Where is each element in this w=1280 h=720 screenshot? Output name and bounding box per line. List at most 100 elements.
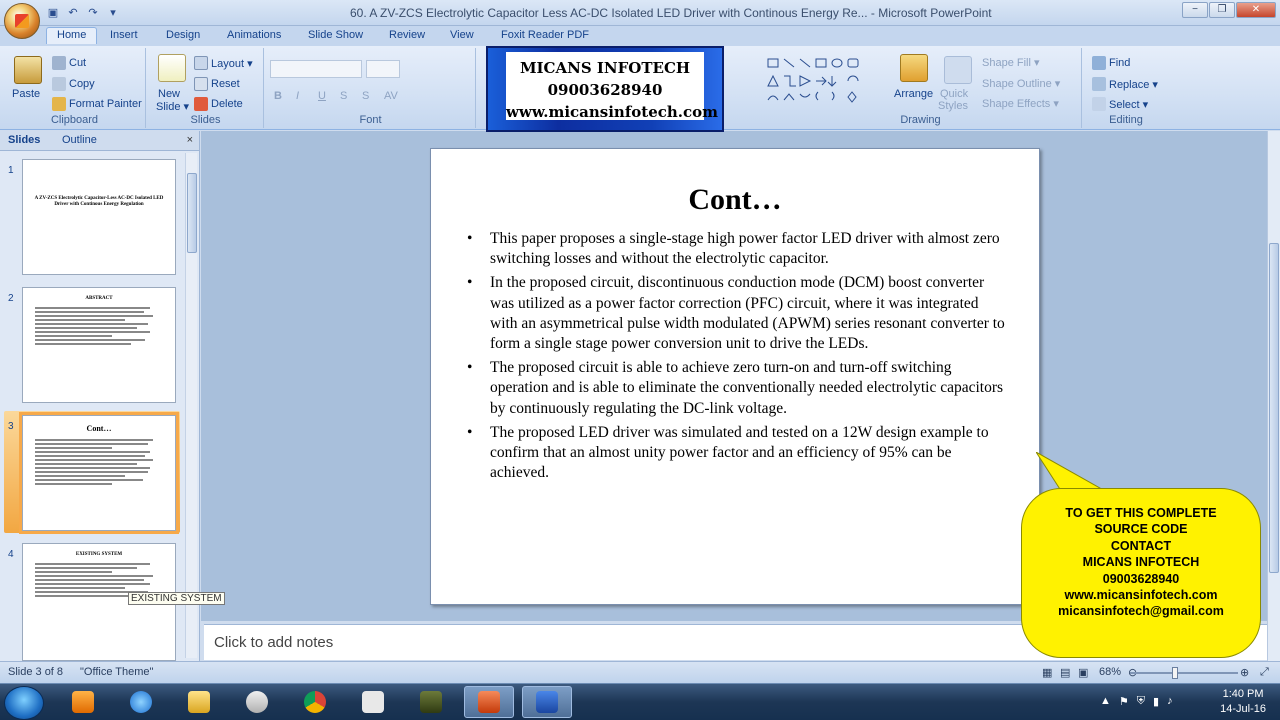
delete-button[interactable]: Delete [194,97,243,111]
vertical-scrollbar[interactable] [1267,131,1280,661]
taskbar-hardware[interactable] [406,686,456,718]
tab-outline[interactable]: Outline [62,134,97,146]
tab-slides[interactable]: Slides [8,134,40,146]
taskbar-internet-explorer[interactable] [116,686,166,718]
slides-pane: Slides Outline × 1 A ZV-ZCS Electrolytic… [0,131,200,661]
zoom-slider[interactable] [1130,672,1238,674]
copy-button[interactable]: Copy [52,77,95,91]
tray-arrow-icon[interactable]: ▲ [1100,695,1111,708]
bullet-item: The proposed LED driver was simulated an… [465,423,1005,484]
close-button[interactable]: ✕ [1236,2,1276,18]
bold-icon[interactable]: B [274,90,282,102]
tab-slide-show[interactable]: Slide Show [308,29,363,41]
thumb-1-title: A ZV-ZCS Electrolytic Capacitor-Less AC-… [34,196,164,207]
slides-group-label: Slides [190,114,221,126]
callout-line: SOURCE CODE [1094,522,1188,537]
zoom-in-icon[interactable]: ⊕ [1240,666,1249,679]
minimize-button[interactable]: − [1182,2,1208,18]
paste-button[interactable]: Paste [12,88,40,100]
current-slide[interactable]: Cont… This paper proposes a single-stage… [430,148,1040,605]
tab-animations[interactable]: Animations [227,29,281,41]
reset-button[interactable]: Reset [194,77,240,91]
brush-icon [52,97,66,111]
media-player-icon [72,691,94,713]
redo-icon[interactable]: ↷ [86,6,100,20]
copy-icon [52,77,66,91]
slide-thumbnail-3[interactable]: Cont… [19,412,179,534]
replace-button[interactable]: Replace ▾ [1092,77,1158,91]
tab-home[interactable]: Home [46,27,98,44]
slide-title[interactable]: Cont… [431,183,1039,217]
quick-styles-button[interactable]: Quick [940,88,968,100]
shapes-gallery[interactable] [764,56,884,112]
office-button[interactable] [4,3,40,39]
underline-icon[interactable]: U [318,90,326,102]
shape-outline-button[interactable]: Shape Outline ▾ [982,77,1060,90]
char-spacing-icon[interactable]: AV [384,90,398,102]
tool-icon [246,691,268,713]
slide-thumbnail-2[interactable]: ABSTRACT [22,287,176,403]
slides-pane-scrollbar[interactable] [185,153,197,658]
start-button[interactable] [4,686,44,720]
font-size-box[interactable] [366,60,400,78]
taskbar-recorder[interactable] [522,686,572,718]
shadow-icon[interactable]: S [362,90,369,102]
undo-icon[interactable]: ↶ [66,6,80,20]
new-slide-button[interactable]: New [158,88,180,100]
cut-button[interactable]: Cut [52,56,86,70]
fit-to-window-icon[interactable]: ⤢ [1260,666,1269,679]
save-icon[interactable]: ▣ [46,6,60,20]
slide-show-icon[interactable]: ▣ [1078,666,1088,679]
taskbar-explorer[interactable] [174,686,224,718]
taskbar-powerpoint[interactable] [464,686,514,718]
tab-design[interactable]: Design [166,29,200,41]
slide-bullet-list[interactable]: This paper proposes a single-stage high … [465,229,1005,487]
layout-button[interactable]: Layout ▾ [194,56,253,70]
shape-effects-button[interactable]: Shape Effects ▾ [982,97,1059,110]
zoom-slider-knob[interactable] [1172,667,1178,679]
format-painter-button[interactable]: Format Painter [52,97,142,111]
taskbar-media-player[interactable] [58,686,108,718]
select-button[interactable]: Select ▾ [1092,97,1148,111]
taskbar-tool[interactable] [232,686,282,718]
clock[interactable]: 1:40 PM 14-Jul-16 [1220,687,1266,717]
taskbar-chrome[interactable] [290,686,340,718]
thumb-3-lines [23,433,175,491]
reset-icon [194,77,208,91]
flag-icon[interactable]: ⚑ [1119,695,1129,708]
vertical-scroll-thumb[interactable] [1269,243,1279,573]
font-name-box[interactable] [270,60,362,78]
tab-foxit-reader-pdf[interactable]: Foxit Reader PDF [501,29,589,41]
tab-insert[interactable]: Insert [110,29,138,41]
theme-name: "Office Theme" [80,666,154,678]
paste-icon [14,56,42,84]
thumb-number-2: 2 [8,293,14,304]
taskbar-app[interactable] [348,686,398,718]
zoom-level[interactable]: 68% [1099,666,1121,678]
volume-icon[interactable]: ♪ [1167,695,1173,708]
network-icon[interactable]: ▮ [1153,695,1159,708]
find-button[interactable]: Find [1092,56,1130,70]
tab-review[interactable]: Review [389,29,425,41]
tab-view[interactable]: View [450,29,474,41]
micans-banner: MICANS INFOTECH 09003628940 www.micansin… [486,46,724,132]
scissors-icon [52,56,66,70]
slide-sorter-icon[interactable]: ▤ [1060,666,1070,679]
thumb-number-3: 3 [8,421,14,432]
slides-pane-scroll-thumb[interactable] [187,173,197,253]
quick-styles-button-line2: Styles [938,100,968,112]
shield-icon[interactable]: ⛨ [1137,695,1145,708]
callout-line: 09003628940 [1102,571,1180,586]
drawing-group: Arrange Quick Styles Shape Fill ▾ Shape … [760,48,1082,128]
close-pane-icon[interactable]: × [187,134,193,146]
restore-button[interactable]: ❐ [1209,2,1235,18]
italic-icon[interactable]: I [296,90,299,102]
arrange-button[interactable]: Arrange [894,88,933,100]
slide-thumbnail-1[interactable]: A ZV-ZCS Electrolytic Capacitor-Less AC-… [22,159,176,275]
drawing-group-label: Drawing [900,114,941,126]
strikethrough-icon[interactable]: S [340,90,347,102]
customize-qat-icon[interactable]: ▾ [106,6,120,20]
normal-view-icon[interactable]: ▦ [1042,666,1052,679]
shape-fill-button[interactable]: Shape Fill ▾ [982,56,1040,69]
new-slide-dropdown[interactable]: Slide ▾ [156,100,189,113]
